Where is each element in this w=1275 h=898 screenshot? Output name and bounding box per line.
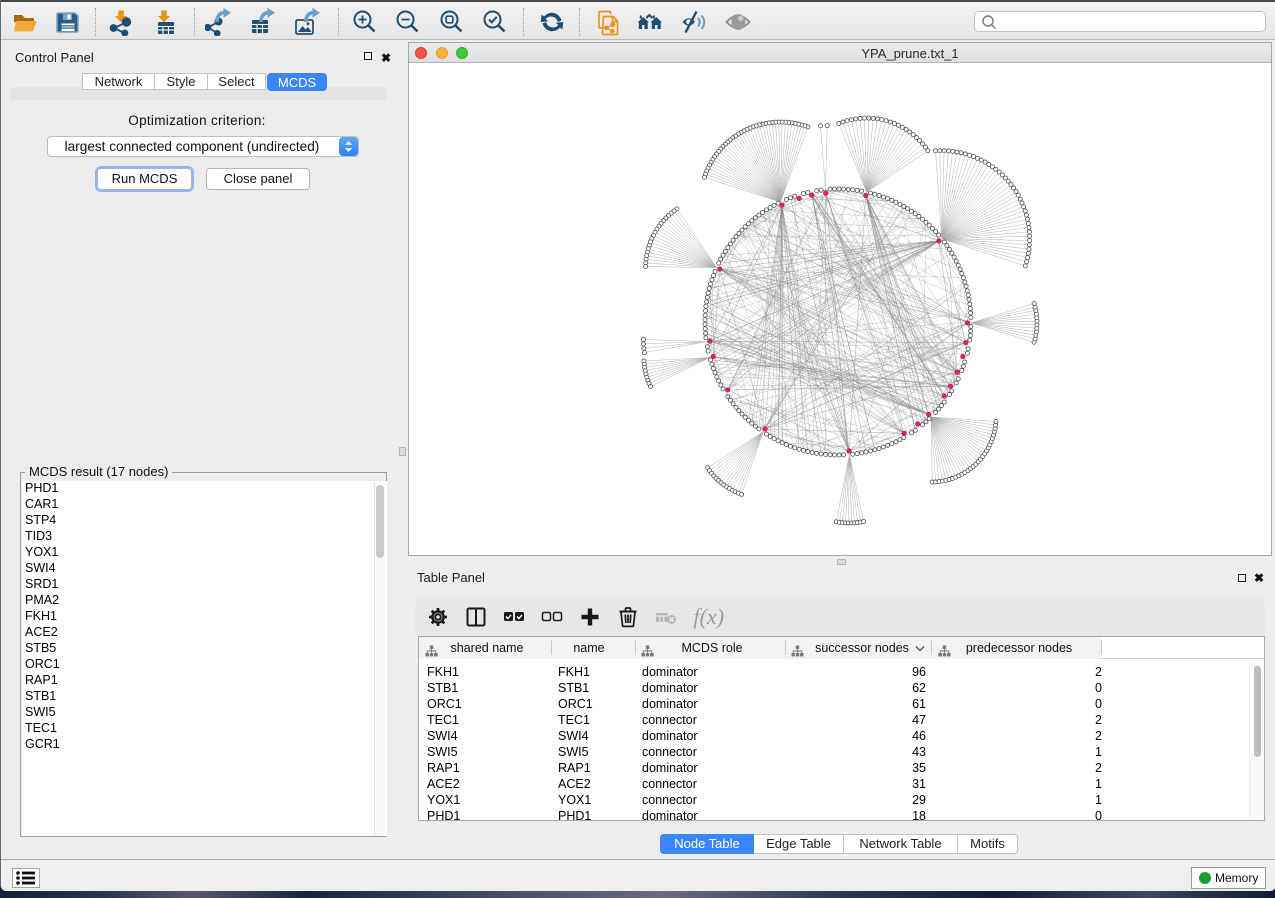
svg-text:f(x): f(x) bbox=[693, 604, 724, 629]
